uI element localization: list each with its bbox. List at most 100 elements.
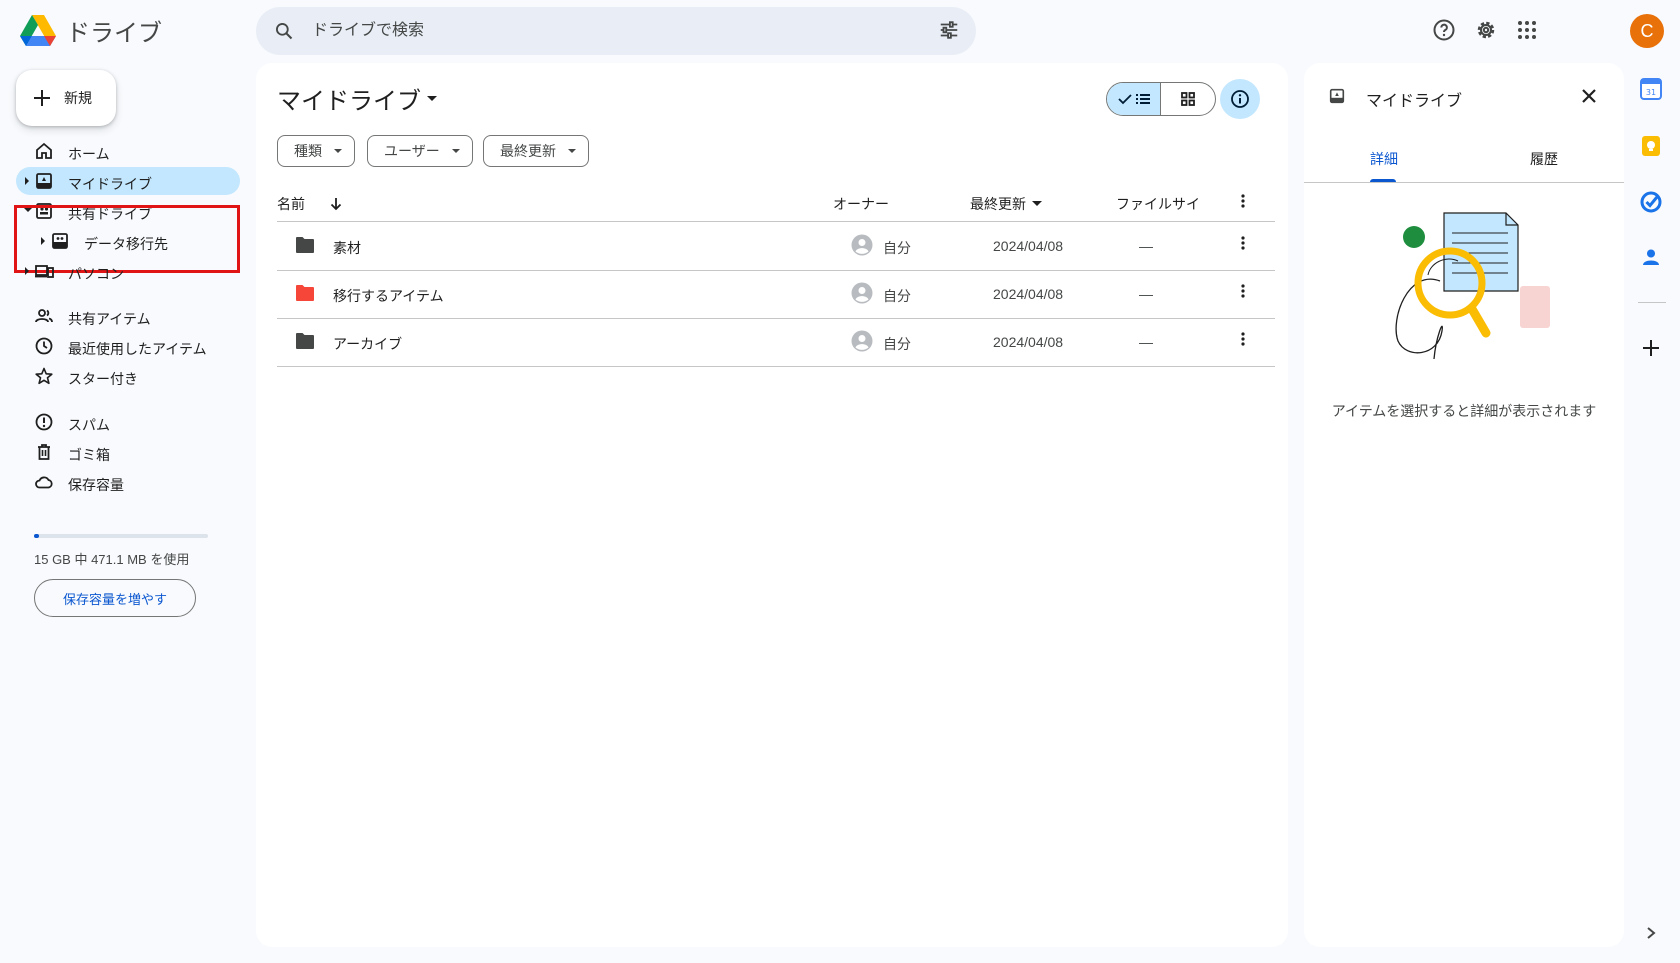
expand-caret-icon[interactable] — [24, 177, 30, 185]
filter-label: 種類 — [294, 143, 322, 159]
keep-icon[interactable] — [1640, 135, 1662, 157]
dropdown-arrow-icon — [427, 95, 437, 101]
storage-usage-bar — [34, 534, 208, 538]
modified-date: 2024/04/08 — [993, 286, 1064, 302]
search-options-icon[interactable] — [938, 19, 960, 41]
computers-icon — [35, 265, 54, 278]
search-icon[interactable] — [274, 21, 294, 41]
rail-divider — [1638, 302, 1666, 303]
sidebar-item-label: 保存容量 — [68, 477, 124, 493]
expand-caret-icon[interactable] — [24, 267, 30, 275]
table-row[interactable]: 移行するアイテム 自分 2024/04/08 — — [277, 270, 1275, 318]
sidebar-item-home[interactable]: ホーム — [16, 137, 240, 165]
sidebar-item-label: スター付き — [68, 371, 138, 387]
more-vert-icon[interactable] — [1241, 332, 1245, 346]
column-header-owner[interactable]: オーナー — [833, 194, 889, 214]
storage-usage-text: 15 GB 中 471.1 MB を使用 — [34, 552, 190, 567]
details-toggle-button[interactable] — [1220, 79, 1260, 119]
dropdown-arrow-icon — [568, 148, 576, 153]
more-vert-icon[interactable] — [1241, 236, 1245, 250]
new-button[interactable]: 新規 — [16, 70, 116, 126]
help-icon[interactable] — [1432, 18, 1456, 42]
sidebar-item-label: マイドライブ — [68, 176, 152, 192]
tab-details[interactable]: 詳細 — [1370, 149, 1398, 169]
tab-activity[interactable]: 履歴 — [1530, 149, 1558, 169]
file-name: 素材 — [333, 240, 361, 256]
list-view-icon — [1135, 94, 1150, 104]
column-header-size[interactable]: ファイルサイ — [1116, 194, 1200, 214]
dropdown-arrow-icon — [334, 148, 342, 153]
main-panel: マイドライブ 種類 ユーザー 最終更新 名前 オーナー 最終更新 ファイルサイ — [256, 63, 1288, 947]
chevron-right-icon[interactable] — [1645, 926, 1657, 940]
trash-icon — [38, 444, 50, 460]
avatar-icon — [851, 282, 873, 304]
home-icon — [36, 142, 52, 159]
file-size: — — [1139, 334, 1153, 350]
more-vert-icon[interactable] — [1241, 194, 1245, 208]
sidebar-item-label: スパム — [68, 417, 110, 433]
sidebar-item-trash[interactable]: ゴミ箱 — [16, 438, 240, 466]
filter-label: ユーザー — [384, 143, 440, 159]
owner-name: 自分 — [883, 240, 911, 256]
grid-view-button[interactable] — [1161, 83, 1215, 115]
page-title[interactable]: マイドライブ — [277, 81, 437, 116]
add-addon-icon[interactable] — [1640, 337, 1662, 359]
tab-divider — [1304, 182, 1624, 183]
info-icon — [1231, 90, 1249, 108]
spam-icon — [35, 413, 53, 431]
file-size: — — [1139, 238, 1153, 254]
avatar-icon — [851, 330, 873, 352]
column-header-name[interactable]: 名前 — [277, 194, 343, 214]
account-avatar[interactable]: C — [1630, 14, 1664, 48]
sidebar-item-label: パソコン — [68, 266, 124, 282]
sidebar-item-label: 共有アイテム — [68, 311, 151, 327]
details-title: マイドライブ — [1366, 93, 1463, 110]
close-icon[interactable] — [1578, 85, 1600, 107]
file-name: アーカイブ — [333, 336, 403, 352]
sidebar-item-storage[interactable]: 保存容量 — [16, 468, 240, 496]
modified-date: 2024/04/08 — [993, 238, 1064, 254]
contacts-icon[interactable] — [1640, 246, 1662, 268]
drive-logo[interactable]: ドライブ — [20, 13, 162, 48]
column-header-label: ファイルサイ — [1116, 196, 1200, 212]
filter-type-chip[interactable]: 種類 — [277, 135, 355, 167]
new-button-label: 新規 — [64, 90, 92, 106]
owner-name: 自分 — [883, 336, 911, 352]
sidebar-item-shared-with-me[interactable]: 共有アイテム — [16, 302, 240, 330]
get-more-storage-button[interactable]: 保存容量を増やす — [34, 579, 196, 617]
calendar-icon[interactable]: 31 — [1640, 78, 1662, 100]
search-input[interactable] — [312, 7, 872, 55]
owner-name: 自分 — [883, 288, 911, 304]
sidebar-item-recent[interactable]: 最近使用したアイテム — [16, 332, 240, 360]
column-header-label: 名前 — [277, 196, 305, 212]
sort-desc-icon — [1032, 201, 1042, 206]
view-toggle — [1106, 82, 1216, 116]
table-row[interactable]: アーカイブ 自分 2024/04/08 — — [277, 318, 1275, 366]
more-vert-icon[interactable] — [1241, 284, 1245, 298]
grid-view-icon — [1181, 92, 1195, 106]
search-bar[interactable] — [256, 7, 976, 55]
list-view-button[interactable] — [1107, 83, 1162, 115]
details-empty-hint: アイテムを選択すると詳細が表示されます — [1331, 403, 1597, 419]
sidebar-item-starred[interactable]: スター付き — [16, 362, 240, 390]
sidebar-item-computers[interactable]: パソコン — [16, 257, 240, 285]
arrow-down-icon[interactable] — [329, 197, 343, 211]
filter-people-chip[interactable]: ユーザー — [367, 135, 473, 167]
details-panel: マイドライブ 詳細 履歴 アイテムを選択すると詳細が表示されます — [1304, 63, 1624, 947]
star-icon — [35, 367, 53, 385]
folder-icon — [296, 237, 314, 253]
table-divider — [277, 366, 1275, 367]
apps-grid-icon[interactable] — [1515, 18, 1539, 42]
gear-icon[interactable] — [1474, 18, 1498, 42]
filter-modified-chip[interactable]: 最終更新 — [483, 135, 589, 167]
sidebar-item-label: 最近使用したアイテム — [68, 341, 207, 357]
sidebar-item-my-drive[interactable]: マイドライブ — [16, 167, 240, 195]
table-row[interactable]: 素材 自分 2024/04/08 — — [277, 222, 1275, 270]
sidebar-item-spam[interactable]: スパム — [16, 408, 240, 436]
file-name: 移行するアイテム — [333, 288, 444, 304]
modified-date: 2024/04/08 — [993, 334, 1064, 350]
column-header-modified[interactable]: 最終更新 — [970, 194, 1042, 214]
drive-logo-icon — [20, 14, 56, 46]
app-name: ドライブ — [66, 20, 162, 47]
tasks-icon[interactable] — [1640, 191, 1662, 213]
